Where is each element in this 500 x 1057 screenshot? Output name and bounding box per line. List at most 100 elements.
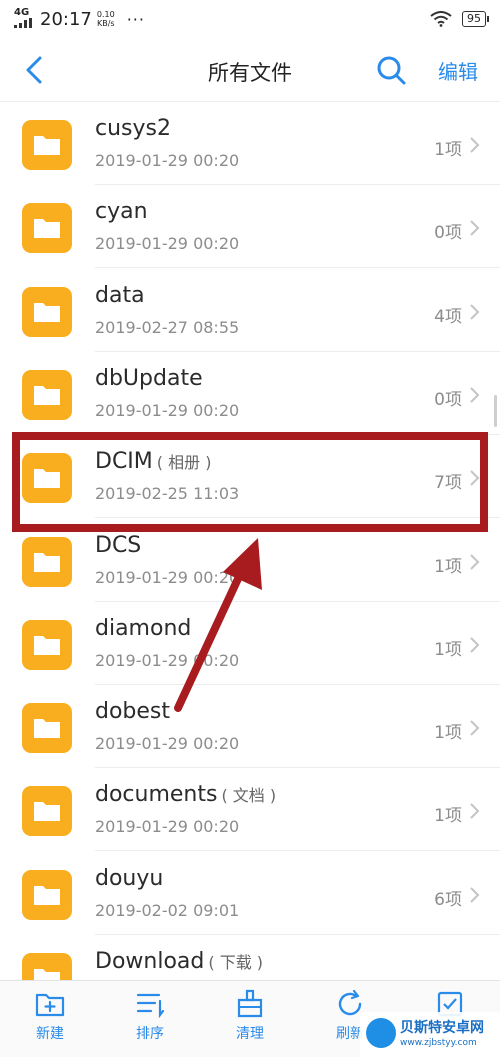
folder-icon [22,786,72,837]
broom-icon [237,989,263,1018]
item-count: 1项 [434,639,462,660]
file-name-text: data [95,282,145,308]
network-type: 4G [14,6,30,18]
wifi-icon [430,11,452,27]
file-name-text: documents [95,782,218,808]
item-count: 6项 [434,889,462,910]
watermark: 贝斯特安卓网 www.zjbstyy.com [360,1012,500,1057]
watermark-title: 贝斯特安卓网 [400,1020,484,1036]
file-name-text: cyan [95,199,148,225]
file-name: data [95,283,149,308]
item-count: 1项 [434,140,462,160]
folder-icon [22,869,72,920]
file-name: documents( 文档 ) [95,782,276,807]
file-manager-screen: 4G 20:17 0.10 KB/s ··· 95 所有文件 编辑 cusys2… [0,0,500,1057]
item-count: 1项 [434,806,462,827]
file-name-text: dobest [95,699,171,725]
chevron-right-icon [470,720,480,736]
new-button[interactable]: 新建 [15,987,85,1051]
edit-button[interactable]: 编辑 [438,56,478,85]
file-row[interactable]: dbUpdate 2019-01-29 00:20 0项 [0,352,500,435]
signal-icon: 4G [14,6,36,31]
clock: 20:17 [40,8,92,30]
file-name-text: Download [95,949,205,974]
file-date: 2019-02-27 08:55 [95,317,240,337]
file-date: 2019-02-02 09:01 [95,900,240,920]
speed-unit: KB/s [96,19,115,28]
file-list[interactable]: cusys2 2019-01-29 00:20 1项 cyan 2019-01-29 0… [0,102,500,980]
page-title: 所有文件 [208,61,292,85]
item-count: 0项 [434,389,462,410]
clean-label: 清理 [236,1026,264,1042]
file-tag: ( 文档 ) [221,786,277,806]
title-bar: 所有文件 编辑 [0,38,500,102]
chevron-right-icon [470,886,480,903]
file-date: 2019-01-29 00:20 [95,650,240,670]
sort-button[interactable]: 排序 [115,987,185,1051]
watermark-logo-icon [366,1018,396,1048]
file-row[interactable]: dobest 2019-01-29 00:20 1项 [0,685,500,769]
file-name: cyan [95,199,152,224]
file-name-text: diamond [95,615,192,641]
item-count: 0项 [434,223,462,244]
file-name-text: DCS [95,532,142,558]
file-row[interactable]: cyan 2019-01-29 00:20 0项 [0,185,500,269]
chevron-right-icon [470,220,480,237]
chevron-right-icon [470,803,480,820]
file-row[interactable]: diamond 2019-01-29 00:20 1项 [0,602,500,685]
file-tag: ( 下载 ) [208,953,264,972]
chevron-right-icon [470,637,480,653]
chevron-right-icon [470,387,480,403]
file-name: cusys2 [95,116,175,141]
more-notifications-icon: ··· [126,9,145,29]
signal-bars-icon [14,17,32,28]
folder-icon [22,120,72,170]
battery-indicator: 95 [462,11,489,27]
search-icon[interactable] [375,54,407,86]
folder-icon [22,619,72,670]
sort-icon [136,993,165,1019]
folder-icon [22,369,72,420]
file-row[interactable]: douyu 2019-02-02 09:01 6项 [0,852,500,935]
folder-icon [22,203,72,254]
chevron-right-icon [470,553,480,570]
file-name: douyu [95,866,167,891]
chevron-right-icon [470,303,480,320]
file-name-text: douyu [95,865,164,891]
item-count: 4项 [434,306,462,327]
item-count: 1项 [434,556,462,577]
folder-icon [22,953,72,980]
sort-label: 排序 [136,1026,164,1042]
new-folder-icon [35,993,65,1017]
file-name: diamond [95,616,195,641]
folder-icon [22,286,72,337]
file-row[interactable]: Download( 下载 ) [0,935,500,980]
highlight-box [12,432,488,532]
file-name: Download( 下载 ) [95,949,263,974]
file-row[interactable]: data 2019-02-27 08:55 4项 [0,269,500,352]
folder-icon [22,703,72,754]
scrollbar[interactable] [494,395,497,427]
file-date: 2019-01-29 00:20 [95,234,240,254]
file-row[interactable]: cusys2 2019-01-29 00:20 1项 [0,102,500,185]
folder-icon [22,536,72,587]
file-date: 2019-01-29 00:20 [95,567,240,587]
file-name-text: cusys2 [95,116,171,141]
file-name-text: dbUpdate [95,365,203,391]
network-speed: 0.10 KB/s [97,10,115,28]
file-date: 2019-01-29 00:20 [95,817,240,837]
file-date: 2019-01-29 00:20 [95,151,240,170]
file-date: 2019-01-29 00:20 [95,400,240,420]
item-count: 1项 [434,723,462,744]
speed-value: 0.10 [96,10,115,19]
file-name: dobest [95,699,174,724]
status-bar: 4G 20:17 0.10 KB/s ··· 95 [0,0,500,38]
file-name: dbUpdate [95,366,207,391]
chevron-right-icon [470,137,480,153]
file-date: 2019-01-29 00:20 [95,734,240,754]
file-row[interactable]: documents( 文档 ) 2019-01-29 00:20 1项 [0,768,500,852]
watermark-url: www.zjbstyy.com [400,1038,477,1048]
file-name: DCS [95,533,145,558]
clean-button[interactable]: 清理 [215,987,285,1051]
new-label: 新建 [36,1026,64,1042]
